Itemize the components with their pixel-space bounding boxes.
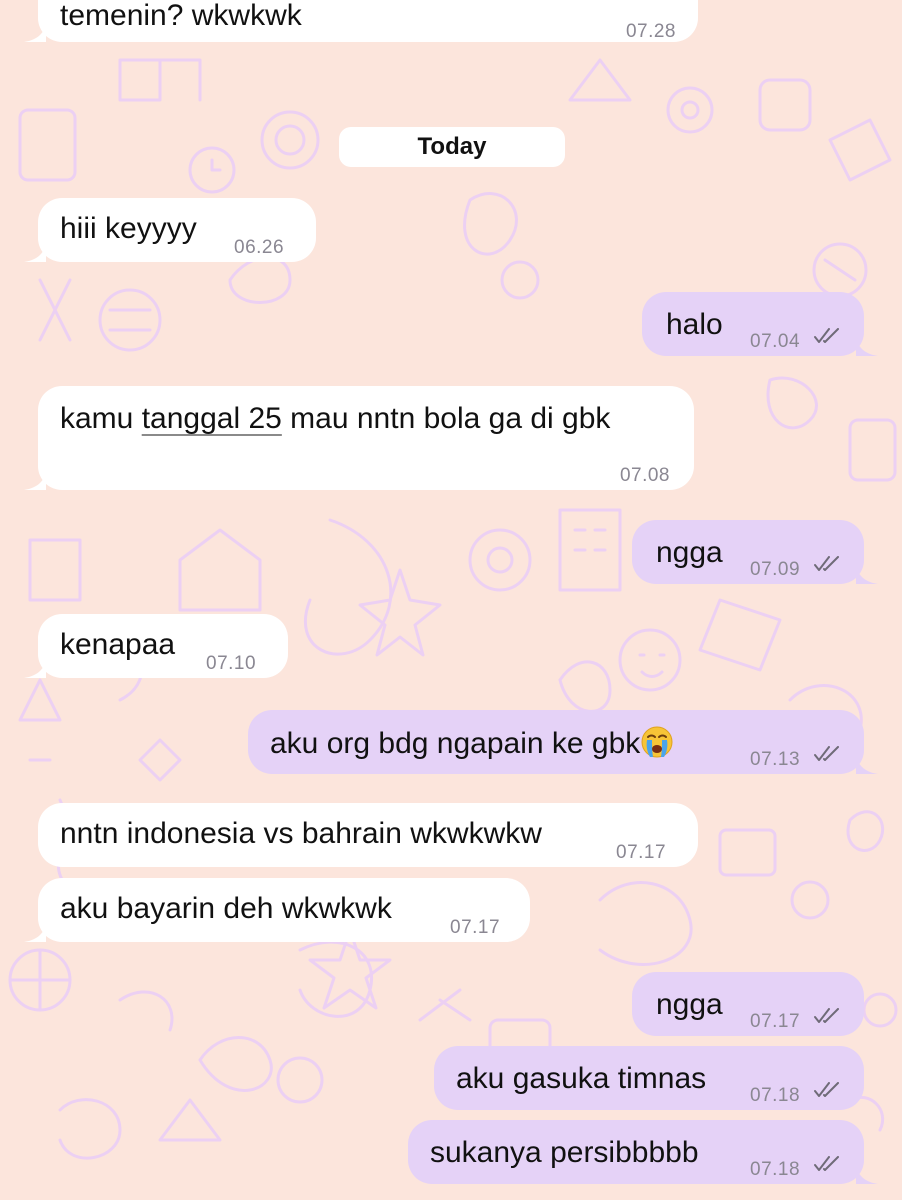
message-time: 07.28 bbox=[625, 21, 676, 42]
message-bubble-incoming[interactable]: temenin? wkwkwk 07.28 bbox=[24, 0, 698, 42]
message-bubble-outgoing[interactable]: sukanya persibbbbb 07.18 bbox=[408, 1120, 878, 1184]
bubble-tail bbox=[856, 562, 878, 584]
chat-area[interactable]: temenin? wkwkwk 07.28 Today hiii keyyyy … bbox=[0, 0, 902, 1200]
message-time: 06.26 bbox=[234, 237, 285, 258]
date-separator: Today bbox=[339, 127, 565, 167]
message-text: temenin? wkwkwk bbox=[60, 0, 302, 32]
message-time: 07.18 bbox=[750, 1085, 801, 1106]
message-time: 07.18 bbox=[750, 1159, 801, 1180]
bubble-tail bbox=[856, 1162, 878, 1184]
message-bubble-outgoing[interactable]: ngga 07.17 bbox=[632, 972, 864, 1036]
bubble-tail bbox=[24, 20, 46, 42]
message-time: 07.10 bbox=[206, 653, 257, 674]
message-bubble-outgoing[interactable]: halo 07.04 bbox=[642, 292, 878, 356]
bubble-tail bbox=[856, 334, 878, 356]
double-check-icon bbox=[814, 1156, 839, 1171]
message-text: aku gasuka timnas bbox=[456, 1062, 707, 1095]
message-time: 07.17 bbox=[750, 1011, 801, 1032]
message-bubble-incoming[interactable]: kamu tanggal 25 mau nntn bola ga di gbk … bbox=[24, 386, 694, 490]
message-time: 07.17 bbox=[450, 917, 501, 938]
message-text: aku bayarin deh wkwkwk bbox=[60, 892, 392, 925]
message-text: aku org bdg ngapain ke gbk bbox=[270, 725, 674, 762]
bubble-tail bbox=[24, 240, 46, 262]
double-check-icon bbox=[814, 1082, 839, 1097]
message-text: hiii keyyyy bbox=[60, 212, 197, 245]
date-link[interactable]: tanggal 25 bbox=[142, 402, 282, 435]
message-text: halo bbox=[666, 308, 723, 341]
message-text: ngga bbox=[656, 536, 723, 569]
message-time: 07.09 bbox=[750, 559, 801, 580]
bubble-tail bbox=[24, 656, 46, 678]
message-bubble-incoming[interactable]: nntn indonesia vs bahrain wkwkwkw 07.17 bbox=[38, 803, 698, 867]
message-text: ngga bbox=[656, 988, 723, 1021]
bubble-tail bbox=[24, 468, 46, 490]
message-text: kenapaa bbox=[60, 628, 176, 661]
message-text: sukanya persibbbbb bbox=[430, 1136, 699, 1169]
double-check-icon bbox=[814, 746, 839, 761]
message-text: nntn indonesia vs bahrain wkwkwkw bbox=[60, 817, 542, 850]
message-bubble-incoming[interactable]: hiii keyyyy 06.26 bbox=[24, 198, 316, 262]
bubble-tail bbox=[24, 920, 46, 942]
message-bubble-outgoing[interactable]: aku gasuka timnas 07.18 bbox=[434, 1046, 864, 1110]
message-bubble-incoming[interactable]: aku bayarin deh wkwkwk 07.17 bbox=[24, 878, 530, 942]
loudly-crying-face-emoji bbox=[641, 726, 673, 758]
message-text: kamu tanggal 25 mau nntn bola ga di gbk bbox=[60, 401, 610, 437]
message-bubble-outgoing[interactable]: aku org bdg ngapain ke gbk 07.13 bbox=[248, 710, 878, 774]
message-text-body: aku org bdg ngapain ke gbk bbox=[270, 727, 641, 760]
message-time: 07.08 bbox=[619, 465, 670, 486]
double-check-icon bbox=[814, 1008, 839, 1023]
message-text-pre: kamu bbox=[60, 402, 142, 435]
message-bubble-outgoing[interactable]: ngga 07.09 bbox=[632, 520, 878, 584]
message-bubble-incoming[interactable]: kenapaa 07.10 bbox=[24, 614, 288, 678]
bubble-tail bbox=[856, 752, 878, 774]
message-time: 07.17 bbox=[616, 842, 667, 863]
message-text-post: mau nntn bola ga di gbk bbox=[281, 402, 611, 435]
message-time: 07.13 bbox=[750, 749, 801, 770]
double-check-icon bbox=[814, 328, 839, 343]
message-time: 07.04 bbox=[750, 331, 801, 352]
double-check-icon bbox=[814, 556, 839, 571]
